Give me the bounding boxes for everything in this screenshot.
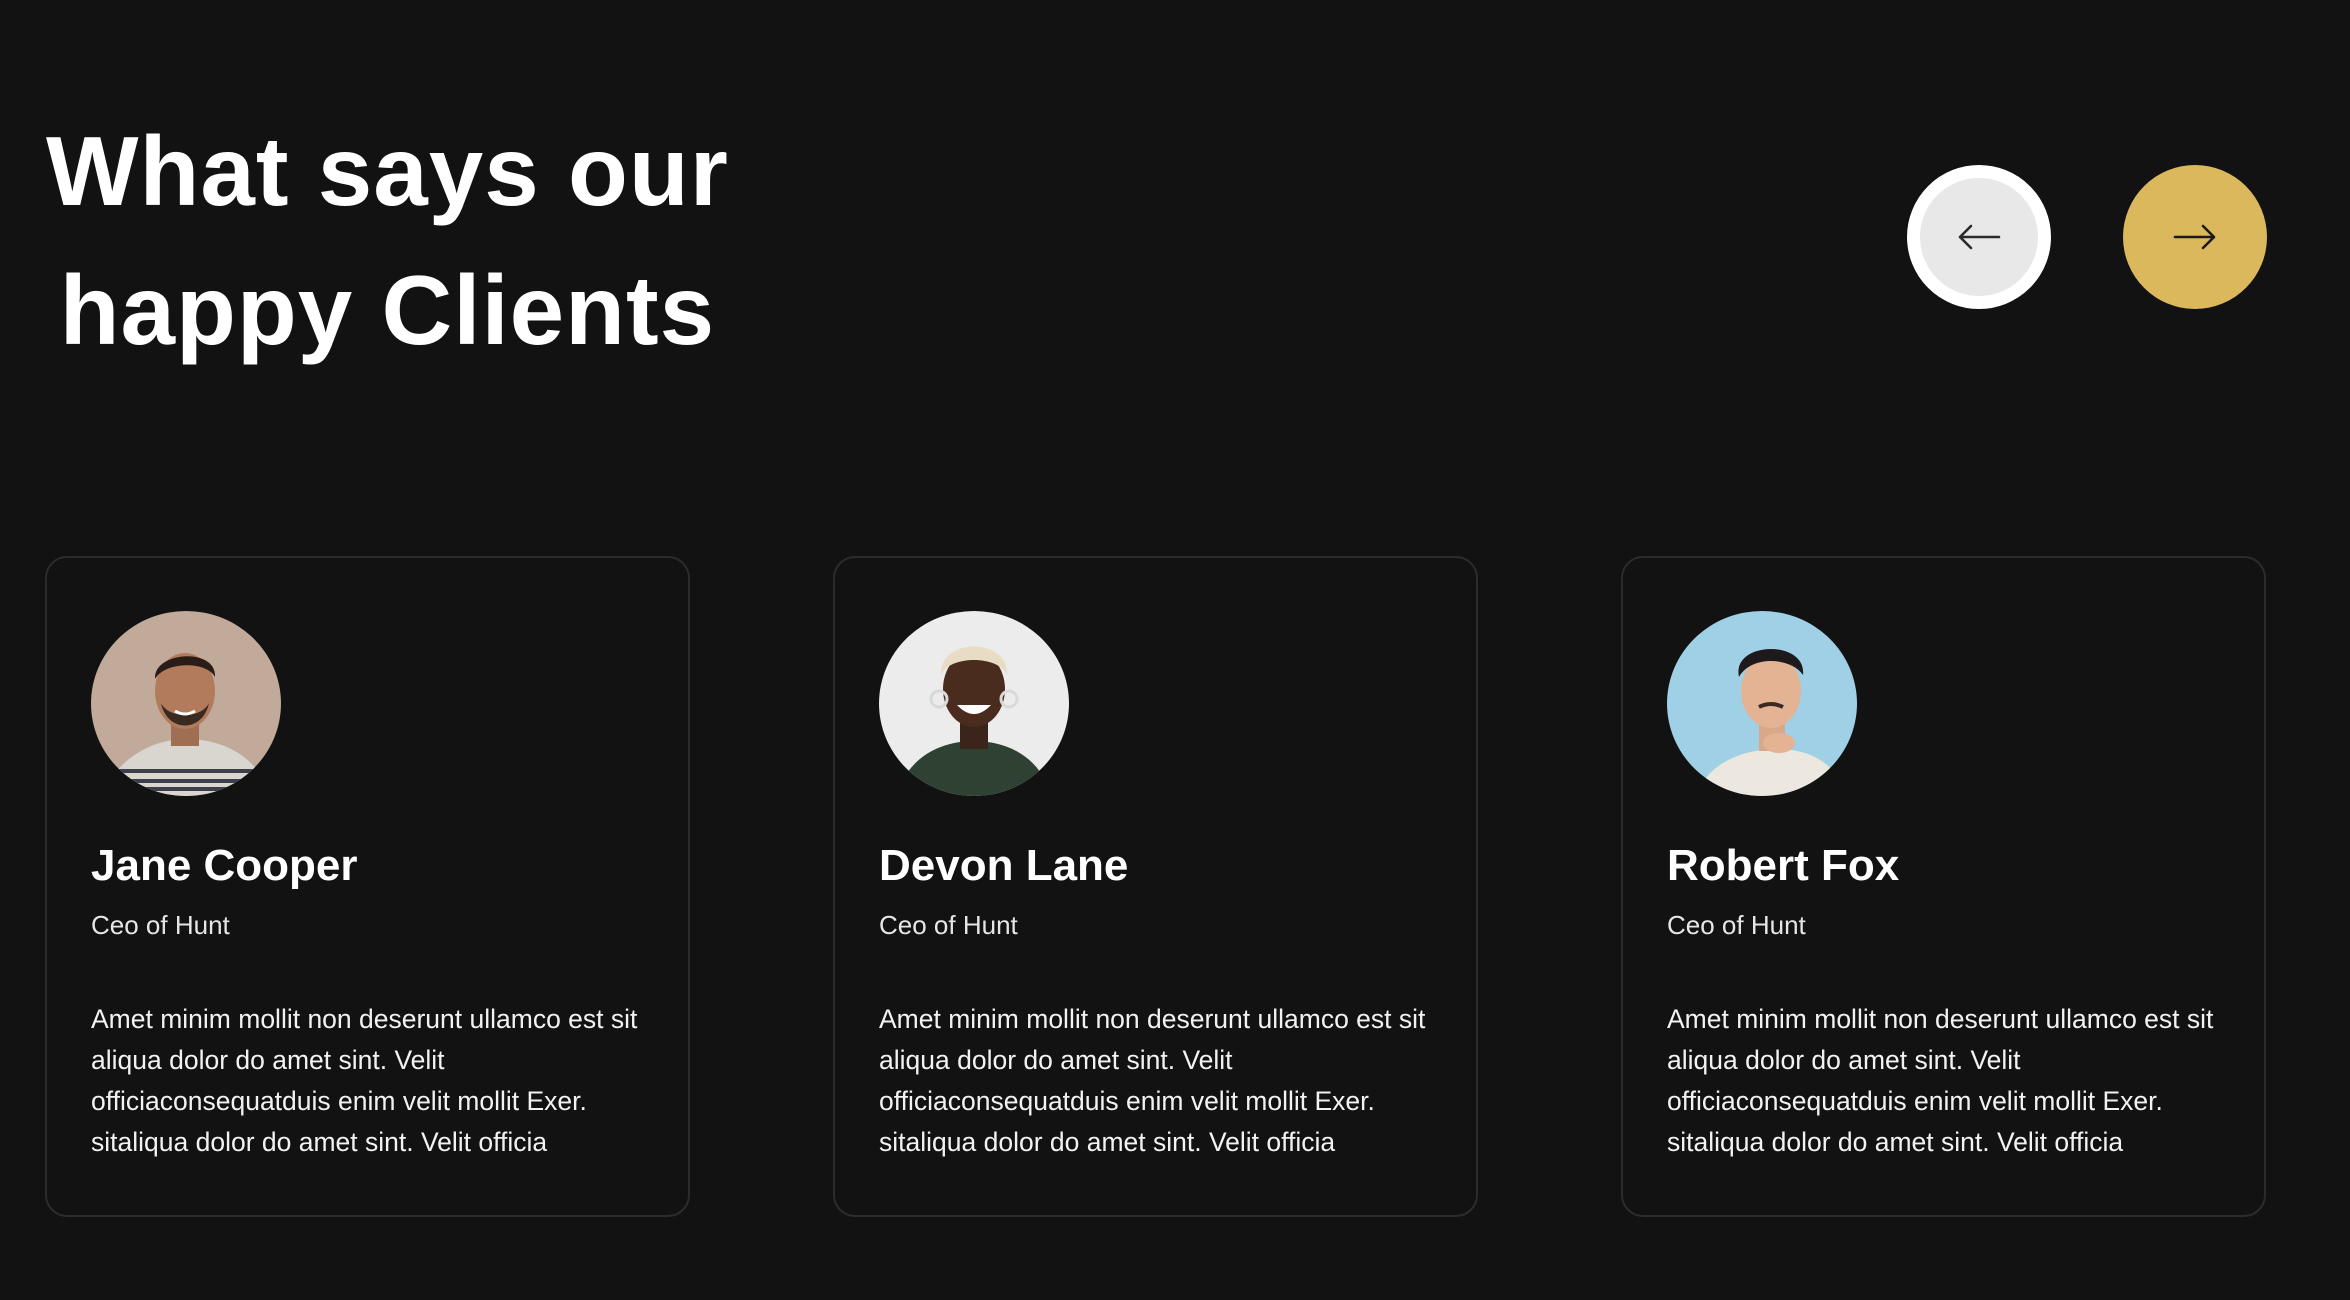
testimonial-card: Devon Lane Ceo of Hunt Amet minim mollit… [833, 556, 1478, 1217]
client-name: Devon Lane [879, 841, 1129, 890]
arrow-right-icon [2173, 224, 2216, 250]
testimonial-text: Amet minim mollit non deserunt ullamco e… [91, 999, 671, 1163]
testimonial-line: aliqua dolor do amet sint. Velit [1667, 1045, 2021, 1075]
testimonial-line: officiaconsequatduis enim velit mollit E… [91, 1086, 587, 1116]
avatar-photo [91, 611, 281, 796]
previous-button[interactable] [1907, 165, 2051, 309]
testimonial-line: officiaconsequatduis enim velit mollit E… [1667, 1086, 2163, 1116]
avatar [879, 611, 1069, 796]
testimonial-line: aliqua dolor do amet sint. Velit [879, 1045, 1233, 1075]
client-role: Ceo of Hunt [1667, 910, 1806, 940]
next-button[interactable] [2123, 165, 2267, 309]
heading-line-2: happy Clients [59, 255, 716, 365]
client-name: Jane Cooper [91, 841, 358, 890]
avatar-photo [879, 611, 1069, 796]
testimonial-card: Robert Fox Ceo of Hunt Amet minim mollit… [1621, 556, 2266, 1217]
testimonial-text: Amet minim mollit non deserunt ullamco e… [879, 999, 1459, 1163]
testimonials-section: What says our happy Clients Jane Cooper … [0, 0, 2350, 1300]
testimonial-line: aliqua dolor do amet sint. Velit [91, 1045, 445, 1075]
client-name: Robert Fox [1667, 841, 1900, 890]
testimonial-text: Amet minim mollit non deserunt ullamco e… [1667, 999, 2247, 1163]
arrow-left-icon [1958, 224, 2001, 250]
testimonial-line: sitaliqua dolor do amet sint. Velit offi… [1667, 1127, 2124, 1157]
section-heading: What says our happy Clients [46, 102, 729, 380]
testimonial-line: Amet minim mollit non deserunt ullamco e… [91, 1004, 638, 1034]
avatar-photo [1667, 611, 1857, 796]
testimonial-line: sitaliqua dolor do amet sint. Velit offi… [879, 1127, 1336, 1157]
client-role: Ceo of Hunt [879, 910, 1018, 940]
testimonial-line: officiaconsequatduis enim velit mollit E… [879, 1086, 1375, 1116]
heading-line-1: What says our [46, 116, 729, 226]
testimonial-line: Amet minim mollit non deserunt ullamco e… [879, 1004, 1426, 1034]
avatar [91, 611, 281, 796]
client-role: Ceo of Hunt [91, 910, 230, 940]
testimonial-line: Amet minim mollit non deserunt ullamco e… [1667, 1004, 2214, 1034]
testimonial-line: sitaliqua dolor do amet sint. Velit offi… [91, 1127, 548, 1157]
avatar [1667, 611, 1857, 796]
testimonial-card: Jane Cooper Ceo of Hunt Amet minim molli… [45, 556, 690, 1217]
